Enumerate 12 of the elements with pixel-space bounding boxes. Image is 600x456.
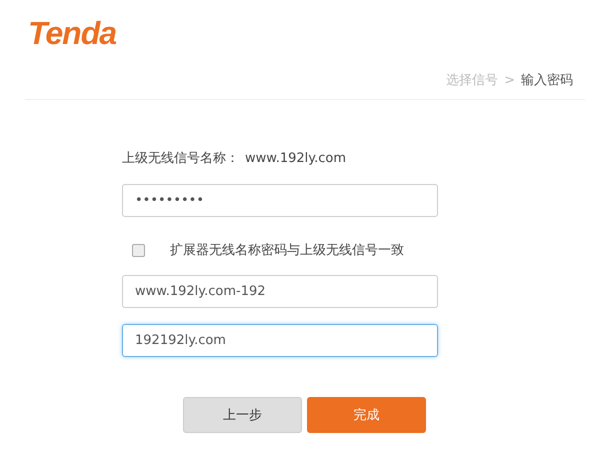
password-field[interactable]: ••••••••• — [122, 184, 438, 217]
breadcrumb-step: 输入密码 — [521, 72, 573, 90]
input-field[interactable]: 192192ly.com — [122, 324, 438, 357]
upstream-label: 上级无线信号名称： — [122, 150, 239, 168]
breadcrumb-step: 选择信号 — [446, 72, 498, 90]
checkbox-label[interactable]: 扩展器无线名称密码与上级无线信号一致 — [170, 241, 404, 259]
input-field[interactable]: www.192ly.com-192 — [122, 275, 438, 308]
upstream-ssid: www.192ly.com — [245, 150, 346, 168]
breadcrumb-separator: > — [504, 72, 515, 90]
tenda-logo: Tenda — [28, 14, 116, 52]
checkbox[interactable] — [132, 244, 145, 256]
back-button[interactable]: 上一步 — [183, 397, 302, 433]
